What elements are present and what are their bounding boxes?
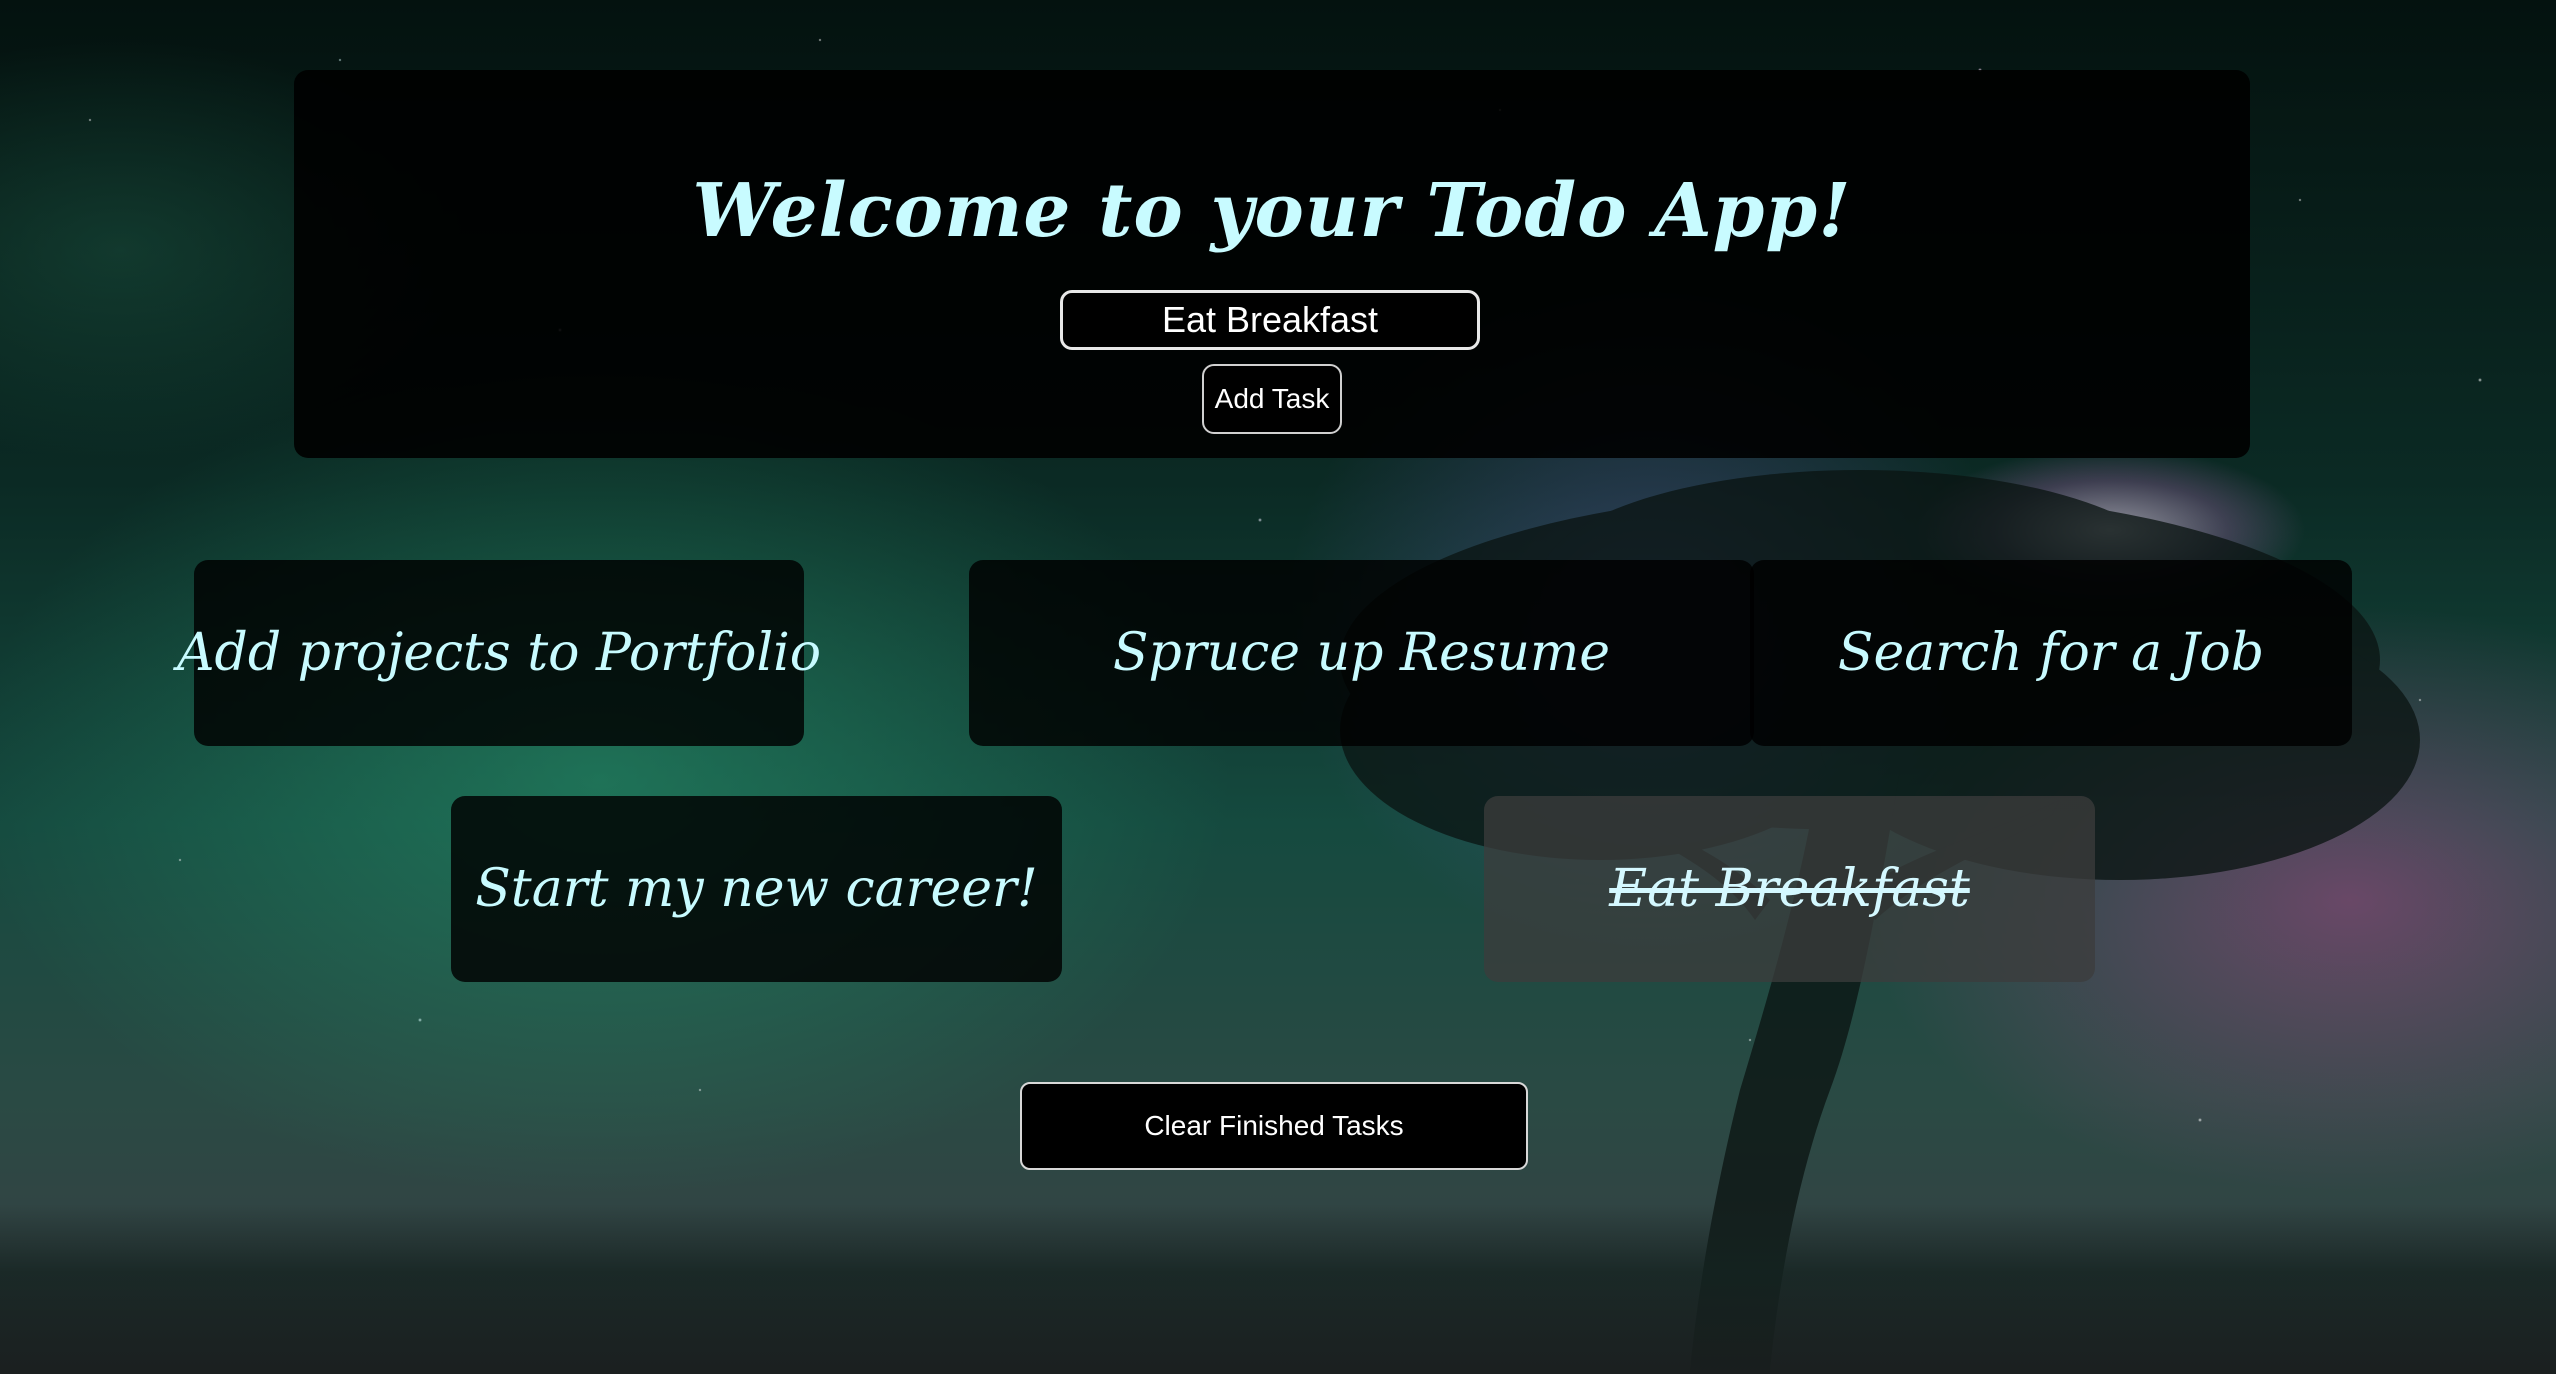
task-card-eat-breakfast-done[interactable]: Eat Breakfast: [1484, 796, 2095, 982]
clear-finished-tasks-button[interactable]: Clear Finished Tasks: [1020, 1082, 1528, 1170]
ground-landscape: [0, 1204, 2556, 1374]
task-card-portfolio[interactable]: Add projects to Portfolio: [177, 560, 821, 746]
task-card-resume[interactable]: Spruce up Resume: [969, 560, 1754, 746]
add-task-button[interactable]: Add Task: [1202, 364, 1342, 434]
new-task-input[interactable]: [1060, 290, 1480, 350]
page-title: Welcome to your Todo App!: [692, 168, 1852, 254]
task-card-job-search[interactable]: Search for a Job: [1750, 560, 2352, 746]
task-card-new-career[interactable]: Start my new career!: [451, 796, 1062, 982]
